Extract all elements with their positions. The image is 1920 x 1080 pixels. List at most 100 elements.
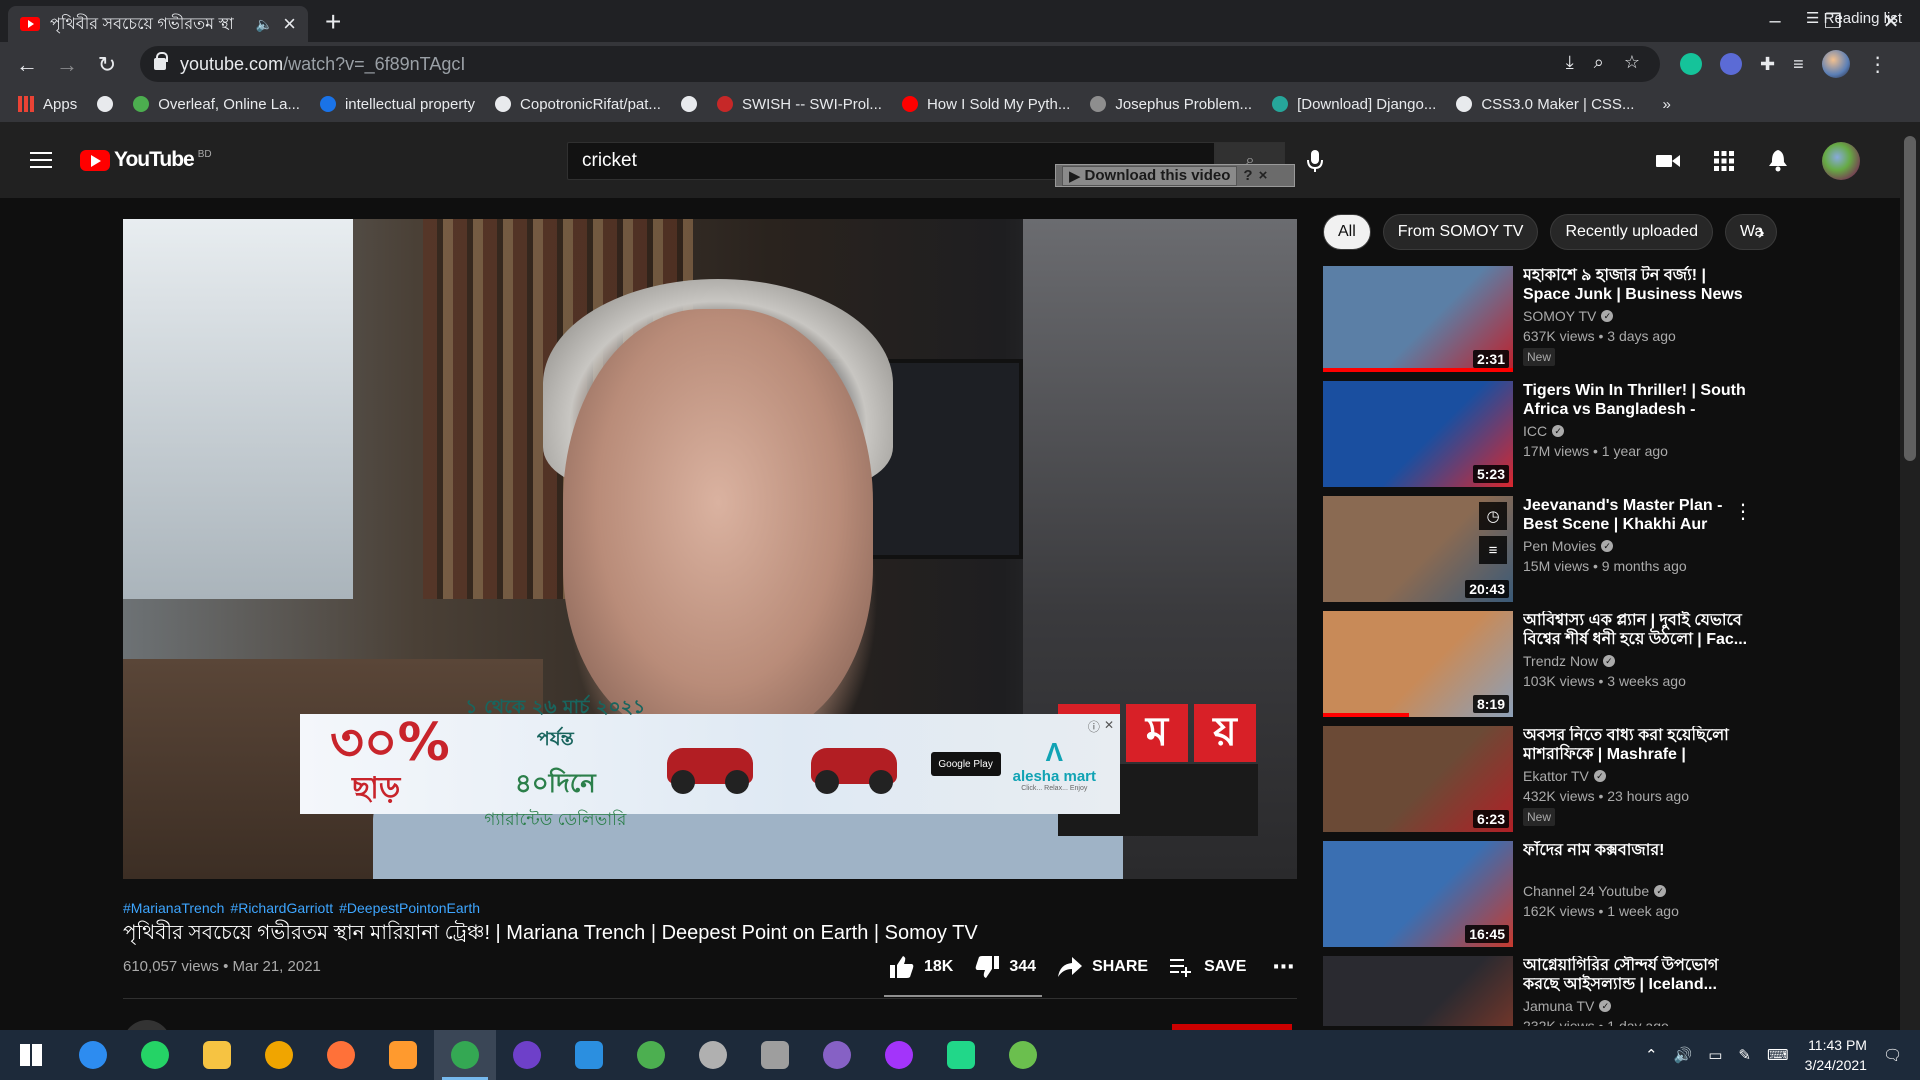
bookmark-item[interactable]: intellectual property	[319, 96, 475, 113]
overlay-ad-banner[interactable]: ৩০% ছাড় ১ থেকে ২৬ মার্চ ২০২১ পর্যন্ত ৪০…	[300, 696, 1120, 830]
taskbar-app[interactable]	[248, 1030, 310, 1080]
recommended-video[interactable]: 6:23 অবসর নিতে বাধ্য করা হয়েছিলো মাশরাফি…	[1323, 726, 1753, 841]
download-help-icon[interactable]: ?	[1243, 167, 1252, 184]
notifications-icon[interactable]: 🗨	[1883, 1046, 1902, 1064]
apps-grid-icon[interactable]	[1714, 151, 1734, 171]
recommended-video[interactable]: 20:43 ◷ ≡ Jeevanand's Master Plan - Best Sc…	[1323, 496, 1753, 611]
google-play-badge[interactable]: Google Play	[930, 752, 1001, 776]
pen-icon[interactable]: ✎	[1738, 1046, 1751, 1064]
page-scrollbar[interactable]	[1900, 122, 1920, 1030]
bookmark-item[interactable]: Overleaf, Online La...	[133, 96, 300, 113]
bookmark-item[interactable]: How I Sold My Pyth...	[901, 96, 1070, 113]
hashtag-link[interactable]: #MarianaTrench	[123, 900, 224, 916]
taskbar-clock[interactable]: 11:43 PM 3/24/2021	[1805, 1035, 1867, 1075]
video-thumbnail[interactable]: 5:23	[1323, 381, 1513, 487]
video-thumbnail[interactable]: 16:45	[1323, 841, 1513, 947]
taskbar-app[interactable]	[682, 1030, 744, 1080]
download-video-button[interactable]: ▶ Download this video	[1062, 165, 1238, 186]
bookmark-item[interactable]: [Download] Django...	[1272, 96, 1436, 113]
youtube-logo[interactable]: YouTube BD	[80, 148, 212, 172]
bookmark-item[interactable]: CopotronicRifat/pat...	[495, 96, 661, 113]
bookmark-item[interactable]: Apps	[18, 96, 77, 113]
bookmark-item[interactable]: Josephus Problem...	[1090, 96, 1252, 113]
taskbar-app[interactable]	[620, 1030, 682, 1080]
chip-from-somoy-tv[interactable]: From SOMOY TV	[1382, 214, 1539, 250]
network-icon[interactable]: ▭	[1708, 1046, 1722, 1064]
taskbar-app[interactable]	[434, 1030, 496, 1080]
forward-icon[interactable]: →	[52, 50, 82, 80]
taskbar-app[interactable]	[992, 1030, 1054, 1080]
taskbar-app[interactable]	[806, 1030, 868, 1080]
download-video-overlay[interactable]: ▶ Download this video ? ×	[1055, 164, 1295, 187]
download-close-icon[interactable]: ×	[1259, 167, 1268, 184]
lock-icon[interactable]	[154, 52, 168, 70]
like-button[interactable]: 18K	[890, 956, 953, 978]
hashtag-link[interactable]: #RichardGarriott	[230, 900, 333, 916]
guide-menu-icon[interactable]	[30, 152, 52, 168]
media-queue-icon[interactable]: ≡	[1793, 54, 1804, 75]
bookmark-item[interactable]: SWISH -- SWI-Prol...	[716, 96, 882, 113]
create-video-icon[interactable]	[1656, 153, 1680, 169]
grammarly-icon[interactable]	[1680, 53, 1702, 75]
chip-recently-uploaded[interactable]: Recently uploaded	[1550, 214, 1713, 250]
recommended-channel-name[interactable]: ICC ✓	[1523, 423, 1565, 439]
recommended-video[interactable]: 2:31 মহাকাশে ৯ হাজার টন বর্জ্য! | Space J…	[1323, 266, 1753, 381]
notifications-bell-icon[interactable]	[1768, 150, 1788, 172]
recommended-video[interactable]: 5:23 Tigers Win In Thriller! | South Afri…	[1323, 381, 1753, 496]
share-button[interactable]: SHARE	[1058, 957, 1148, 977]
recommended-video-title[interactable]: আগ্নেয়াগিরির সৌন্দর্য উপভোগ করছে আইসল্য…	[1523, 956, 1751, 994]
chips-next-icon[interactable]: ›	[1744, 214, 1778, 250]
bookmark-item[interactable]	[97, 96, 114, 112]
taskbar-app[interactable]	[868, 1030, 930, 1080]
browser-tab-active[interactable]: পৃথিবীর সবচেয়ে গভীরতম স্থা 🔈 ×	[8, 6, 308, 42]
recommended-video-title[interactable]: মহাকাশে ৯ হাজার টন বর্জ্য! | Space Junk …	[1523, 266, 1751, 304]
video-menu-icon[interactable]: ⋮	[1733, 502, 1753, 522]
recommended-channel-name[interactable]: Pen Movies ✓	[1523, 538, 1614, 554]
keyboard-icon[interactable]: ⌨	[1767, 1046, 1789, 1064]
taskbar-app[interactable]	[496, 1030, 558, 1080]
recommended-video-title[interactable]: আবিশ্বাস্য এক প্ল্যান | দুবাই যেভাবে বিশ…	[1523, 611, 1751, 649]
taskbar-app[interactable]	[62, 1030, 124, 1080]
video-thumbnail[interactable]: 2:31	[1323, 266, 1513, 372]
ad-close-icon[interactable]: ✕	[1104, 718, 1114, 735]
recommended-video-title[interactable]: ফাঁদের নাম কক্সবাজার!	[1523, 841, 1751, 860]
extension-globe-icon[interactable]	[1720, 53, 1742, 75]
close-tab-icon[interactable]: ×	[283, 11, 296, 37]
recommended-channel-name[interactable]: Channel 24 Youtube ✓	[1523, 883, 1667, 899]
video-player[interactable]: স ম য় ৩০% ছাড় ১ থেকে ২৬ মার্চ ২০২১ পর্…	[123, 219, 1297, 879]
recommended-channel-name[interactable]: Ekattor TV ✓	[1523, 768, 1606, 784]
volume-icon[interactable]: 🔊	[1674, 1046, 1693, 1064]
taskbar-app[interactable]	[124, 1030, 186, 1080]
install-icon[interactable]: ⤓	[1566, 52, 1574, 73]
recommended-video-title[interactable]: Tigers Win In Thriller! | South Africa v…	[1523, 381, 1751, 419]
recommended-channel-name[interactable]: SOMOY TV ✓	[1523, 308, 1614, 324]
extensions-puzzle-icon[interactable]: ✚	[1760, 54, 1775, 75]
reading-list-button[interactable]: ☰ Reading list	[1806, 9, 1902, 27]
taskbar-app[interactable]	[744, 1030, 806, 1080]
video-thumbnail[interactable]	[1323, 956, 1513, 1026]
recommended-video-title[interactable]: Jeevanand's Master Plan - Best Scene | K…	[1523, 496, 1751, 534]
taskbar-app[interactable]	[0, 1030, 62, 1080]
recommended-channel-name[interactable]: Jamuna TV ✓	[1523, 998, 1612, 1014]
new-tab-button[interactable]: +	[325, 6, 341, 38]
ad-info-icon[interactable]: ⓘ	[1088, 718, 1100, 735]
address-bar[interactable]: youtube.com/watch?v=_6f89nTAgcI ⤓ ⌕ ☆	[140, 46, 1660, 82]
back-icon[interactable]: ←	[12, 50, 42, 80]
zoom-icon[interactable]: ⌕	[1594, 52, 1604, 73]
taskbar-app[interactable]	[930, 1030, 992, 1080]
recommended-video[interactable]: আগ্নেয়াগিরির সৌন্দর্য উপভোগ করছে আইসল্য…	[1323, 956, 1753, 1026]
recommended-video-title[interactable]: অবসর নিতে বাধ্য করা হয়েছিলো মাশরাফিকে |…	[1523, 726, 1751, 764]
minimize-icon[interactable]: –	[1746, 4, 1804, 38]
audio-muted-icon[interactable]: 🔈	[256, 16, 273, 33]
bookmark-item[interactable]	[680, 96, 697, 112]
watch-later-icon[interactable]: ◷	[1479, 502, 1507, 530]
video-thumbnail[interactable]: 20:43 ◷ ≡	[1323, 496, 1513, 602]
hashtag-link[interactable]: #DeepestPointonEarth	[339, 900, 480, 916]
reload-icon[interactable]: ↻	[92, 50, 122, 80]
scrollbar-thumb[interactable]	[1904, 136, 1916, 461]
more-actions-icon[interactable]: ⋯	[1272, 954, 1294, 980]
dislike-button[interactable]: 344	[975, 956, 1036, 978]
browser-menu-icon[interactable]: ⋮	[1868, 52, 1888, 77]
save-button[interactable]: SAVE	[1170, 957, 1246, 977]
bookmark-star-icon[interactable]: ☆	[1624, 52, 1640, 73]
